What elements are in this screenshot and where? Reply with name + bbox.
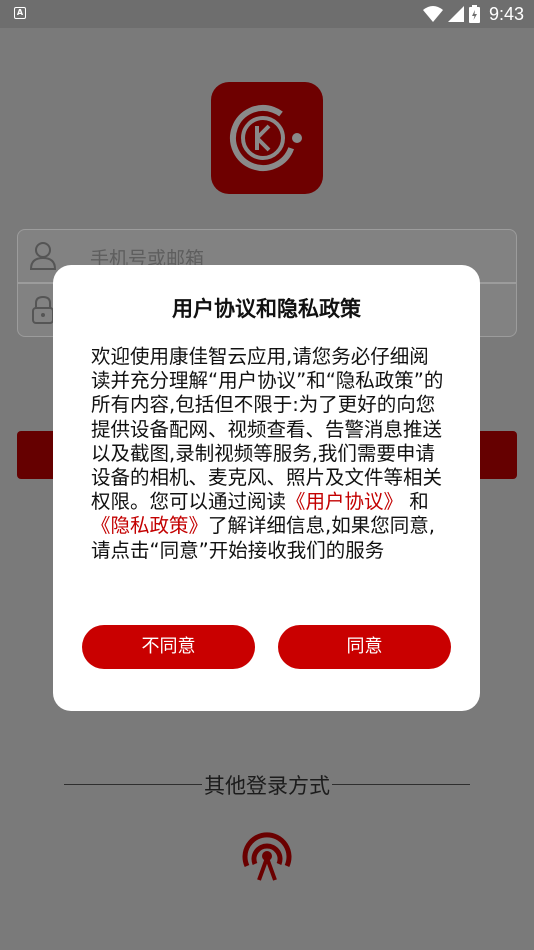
privacy-policy-link[interactable]: 《隐私政策》: [91, 514, 208, 537]
wifi-icon: [422, 6, 443, 22]
agree-button[interactable]: 同意: [278, 625, 451, 669]
user-icon: [29, 242, 57, 270]
clock: 9:43: [488, 3, 524, 24]
status-bar: A 9:43: [0, 0, 534, 28]
privacy-dialog: 用户协议和隐私政策 欢迎使用康佳智云应用,请您务必仔细阅读并充分理解“用户协议”…: [53, 265, 480, 711]
disagree-button[interactable]: 不同意: [82, 625, 255, 669]
dialog-and-text: 和: [403, 490, 429, 514]
app-logo: [211, 82, 323, 194]
dialog-body-intro: 欢迎使用康佳智云应用,请您务必仔细阅读并充分理解“用户协议”和“隐私政策”的所有…: [91, 345, 444, 514]
broadcast-icon[interactable]: [235, 826, 299, 886]
dialog-body: 欢迎使用康佳智云应用,请您务必仔细阅读并充分理解“用户协议”和“隐私政策”的所有…: [91, 345, 448, 563]
dialog-title: 用户协议和隐私政策: [172, 297, 361, 321]
divider-right: [332, 784, 470, 785]
app-notification-icon: A: [14, 7, 26, 19]
other-login-section: 其他登录方式: [0, 768, 534, 802]
signal-icon: [447, 6, 464, 22]
other-login-label: 其他登录方式: [204, 774, 330, 798]
status-icons: 9:43: [422, 3, 524, 24]
user-agreement-link[interactable]: 《用户协议》: [286, 490, 403, 513]
battery-icon: [468, 5, 480, 23]
